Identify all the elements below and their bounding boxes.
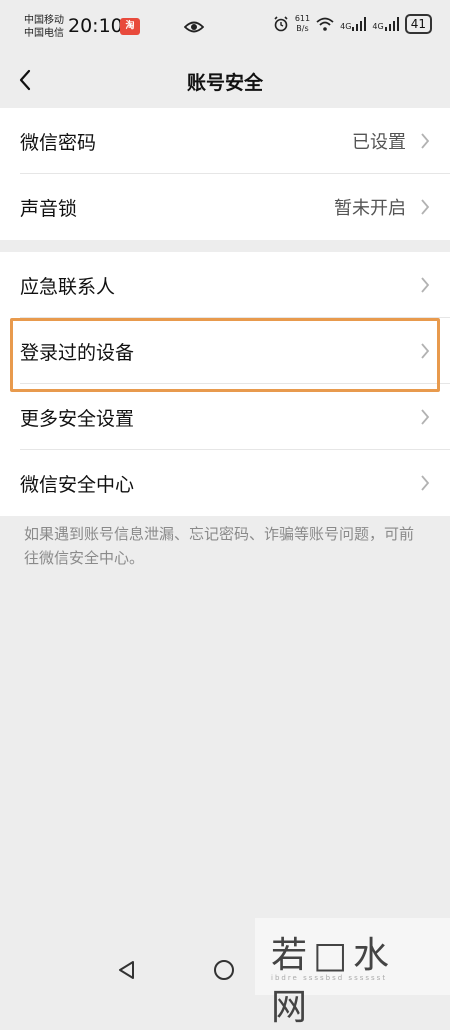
row-label: 更多安全设置 — [20, 407, 135, 430]
signal-1: 4G — [340, 17, 367, 31]
settings-group-password: 微信密码 已设置 声音锁 暂未开启 — [0, 108, 450, 240]
status-time: 20:10 — [68, 15, 123, 37]
logged-in-devices-row[interactable]: 登录过的设备 — [0, 318, 450, 384]
signal-bars-icon — [384, 17, 399, 31]
speed-value: 611 — [294, 14, 311, 23]
row-label: 登录过的设备 — [20, 341, 135, 364]
row-value: 已设置 — [352, 132, 406, 153]
chevron-right-icon — [421, 199, 430, 215]
system-back-icon[interactable] — [117, 960, 137, 980]
carrier-2: 中国电信 — [24, 28, 64, 39]
nav-bar: 账号安全 — [0, 52, 450, 108]
network-type-1: 4G — [340, 22, 352, 31]
security-center-row[interactable]: 微信安全中心 — [0, 450, 450, 516]
voice-lock-row[interactable]: 声音锁 暂未开启 — [0, 174, 450, 240]
settings-group-security: 应急联系人 登录过的设备 更多安全设置 微信安全中心 — [0, 252, 450, 516]
chevron-right-icon — [421, 409, 430, 425]
status-icons: 611 B/s 4G 4G 41 — [273, 14, 432, 34]
system-home-icon[interactable] — [214, 960, 234, 980]
network-speed: 611 B/s — [295, 14, 310, 34]
row-label: 微信密码 — [20, 131, 97, 154]
carrier-1: 中国移动 — [24, 15, 64, 26]
wechat-password-row[interactable]: 微信密码 已设置 — [0, 108, 450, 174]
chevron-right-icon — [421, 343, 430, 359]
notification-app-icon: 淘 — [120, 18, 140, 35]
wifi-icon — [316, 17, 334, 31]
row-label: 微信安全中心 — [20, 473, 135, 496]
speed-unit: B/s — [296, 24, 309, 33]
eye-icon — [184, 21, 204, 33]
battery-indicator: 41 — [404, 14, 432, 34]
chevron-right-icon — [421, 475, 430, 491]
network-type-2: 4G — [372, 22, 384, 31]
row-value: 暂未开启 — [334, 198, 406, 219]
watermark-subtext: ibdre ssssbsd sssssst — [271, 974, 388, 982]
more-security-settings-row[interactable]: 更多安全设置 — [0, 384, 450, 450]
security-note: 如果遇到账号信息泄漏、忘记密码、诈骗等账号问题，可前往微信安全中心。 — [24, 525, 415, 567]
page-title: 账号安全 — [186, 72, 263, 94]
chevron-right-icon — [421, 277, 430, 293]
signal-2: 4G — [372, 17, 399, 31]
chevron-right-icon — [421, 133, 430, 149]
signal-bars-icon — [352, 17, 367, 31]
emergency-contact-row[interactable]: 应急联系人 — [0, 252, 450, 318]
status-bar: 中国移动 中国电信 20:10 淘 611 B/s 4G 4G 41 — [0, 0, 450, 52]
row-label: 应急联系人 — [20, 275, 116, 298]
alarm-icon — [274, 16, 288, 32]
carrier-info: 中国移动 中国电信 — [24, 14, 64, 40]
watermark: 若□水 网 ibdre ssssbsd sssssst — [255, 918, 450, 1028]
row-label: 声音锁 — [20, 197, 78, 220]
